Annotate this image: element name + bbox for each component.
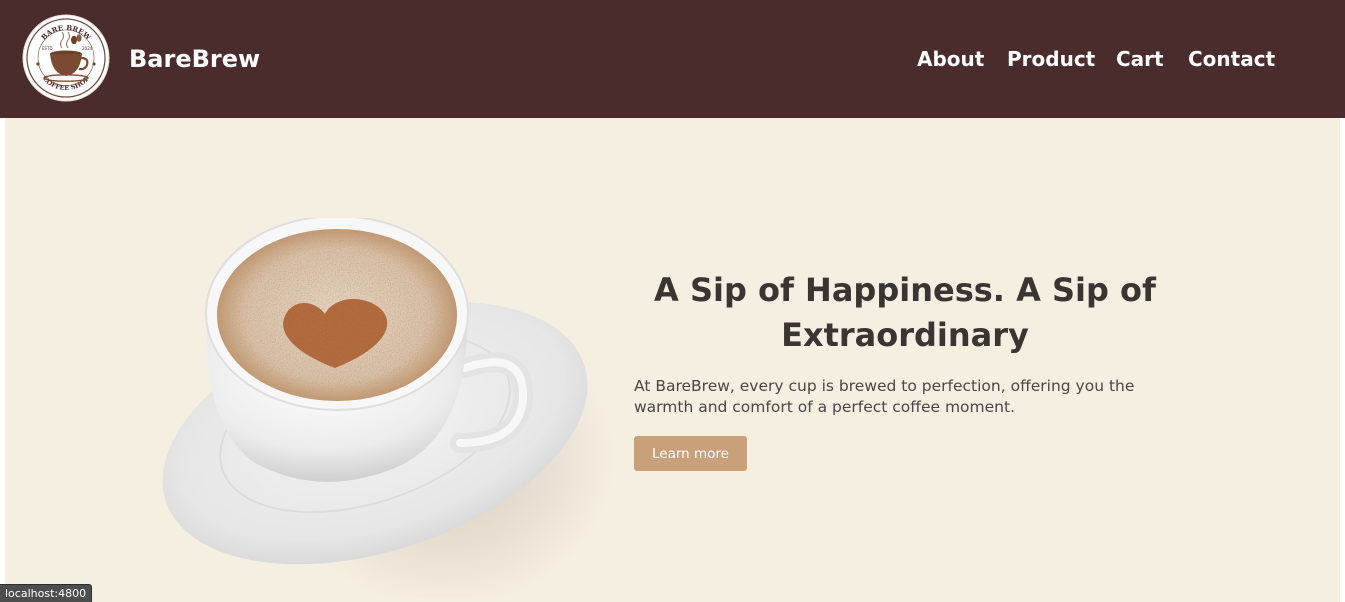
coffee-shop-logo-icon[interactable]: BARE BREW COFFEE SHOP ESTD 2024 (22, 14, 110, 102)
logo-estd-text: ESTD (42, 46, 53, 51)
site-header: BARE BREW COFFEE SHOP ESTD 2024 BareBrew… (0, 0, 1345, 118)
nav-link-about[interactable]: About (917, 42, 984, 76)
nav-link-cart[interactable]: Cart (1116, 42, 1164, 76)
hero-description: At BareBrew, every cup is brewed to perf… (634, 377, 1135, 416)
nav-link-product[interactable]: Product (1007, 42, 1095, 76)
coffee-cup-image (162, 218, 615, 598)
status-bar-url: localhost:4800 (0, 584, 93, 602)
learn-more-button[interactable]: Learn more (634, 436, 747, 471)
hero-section: A Sip of Happiness. A Sip of Extraordina… (5, 118, 1340, 602)
brand-name[interactable]: BareBrew (129, 42, 260, 76)
logo-year-text: 2024 (82, 46, 93, 51)
nav-link-contact[interactable]: Contact (1188, 42, 1275, 76)
hero-headline: A Sip of Happiness. A Sip of Extraordina… (654, 271, 1156, 354)
